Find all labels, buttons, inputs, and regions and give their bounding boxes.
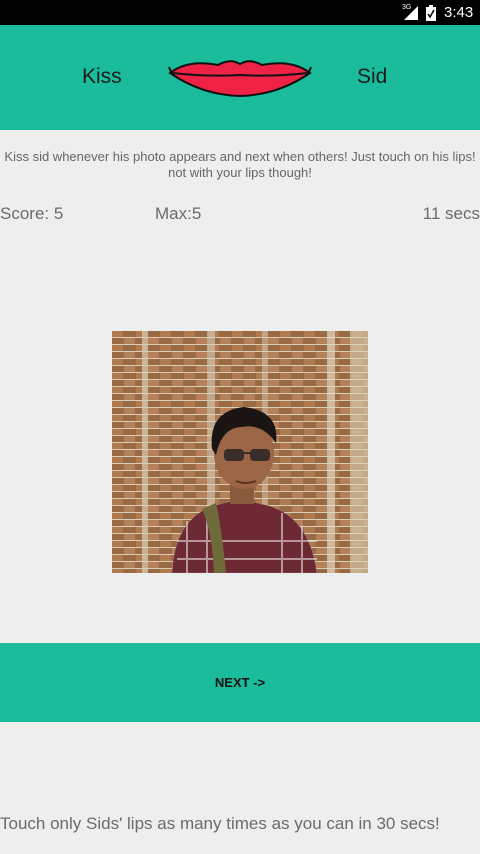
clock: 3:43 bbox=[444, 4, 474, 21]
battery-icon bbox=[426, 5, 436, 21]
header-title-left: Kiss bbox=[82, 65, 122, 88]
header-title-right: Sid bbox=[357, 65, 388, 88]
photo-image bbox=[112, 331, 368, 573]
score-label: Score: 5 bbox=[0, 204, 64, 223]
signal-icon bbox=[404, 6, 418, 20]
person-photo[interactable] bbox=[112, 331, 368, 573]
next-button-label: NEXT -> bbox=[214, 675, 266, 690]
timer-label: 11 secs bbox=[422, 204, 480, 223]
next-button[interactable]: NEXT -> bbox=[0, 643, 480, 722]
instructions-text: Kiss sid whenever his photo appears and … bbox=[4, 149, 476, 180]
max-score-label: Max:5 bbox=[155, 204, 202, 223]
status-bar: 3G 3:43 bbox=[0, 0, 480, 25]
footer-hint: Touch only Sids' lips as many times as y… bbox=[0, 814, 440, 833]
lips-icon bbox=[168, 60, 312, 98]
app-header: Kiss Sid bbox=[0, 25, 480, 130]
